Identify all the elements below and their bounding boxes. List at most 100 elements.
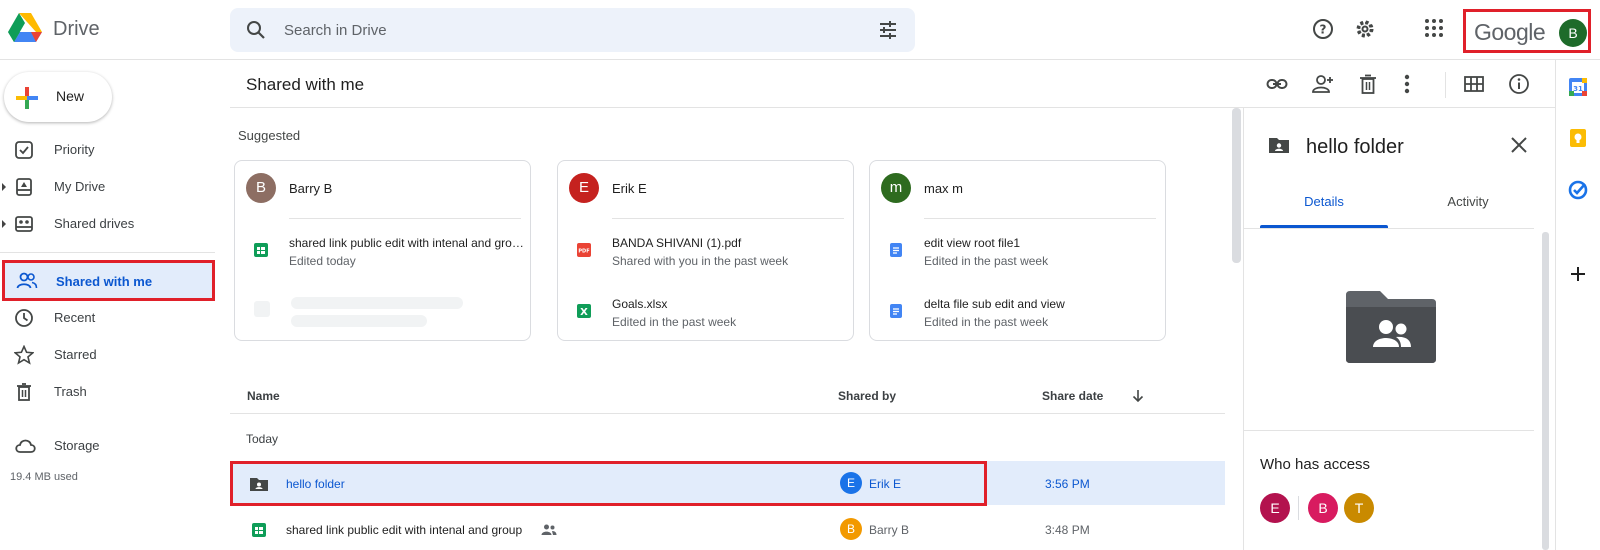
panel-scrollbar[interactable] [1542, 232, 1549, 550]
sidebar-item-label: Trash [54, 384, 87, 399]
tab-divider [1244, 228, 1534, 229]
file-activity: Edited today [289, 254, 356, 268]
pdf-file-icon: PDF [576, 242, 592, 258]
sidebar-item-recent[interactable]: Recent [0, 299, 215, 336]
sort-arrow-icon[interactable] [1131, 389, 1145, 403]
clock-icon [14, 308, 34, 328]
table-header-divider [230, 413, 1225, 414]
grid-view-icon[interactable] [1463, 73, 1485, 95]
loading-placeholder [291, 315, 427, 327]
svg-text:X: X [580, 307, 588, 318]
google-wordmark: Google [1474, 19, 1546, 45]
avatar: B [246, 173, 276, 203]
file-name[interactable]: edit view root file1 [924, 236, 1160, 250]
docs-file-icon [888, 303, 904, 319]
trash-icon[interactable] [1358, 73, 1378, 95]
file-activity: Edited in the past week [924, 315, 1049, 329]
shared-by-name[interactable]: Barry B [869, 523, 909, 537]
panel-title: hello folder [1306, 136, 1404, 158]
loading-placeholder [254, 301, 270, 317]
close-icon[interactable] [1510, 136, 1528, 154]
owner-name: Barry B [289, 181, 333, 196]
storage-used-text: 19.4 MB used [10, 471, 78, 483]
sheets-file-icon [253, 242, 269, 258]
file-name[interactable]: delta file sub edit and view [924, 297, 1160, 311]
sidebar-item-priority[interactable]: Priority [0, 131, 215, 168]
sidebar-item-label: My Drive [54, 179, 106, 194]
card-divider [924, 218, 1156, 219]
access-separator [1298, 496, 1299, 520]
file-activity: Edited in the past week [612, 315, 737, 329]
suggested-card-erik[interactable]: E Erik E PDF BANDA SHIVANI (1).pdf Share… [557, 160, 854, 341]
sidebar-item-storage[interactable]: Storage [0, 427, 215, 464]
search-input[interactable] [284, 8, 844, 52]
expand-caret-icon[interactable] [2, 183, 6, 191]
sidebar-item-label: Starred [54, 347, 97, 362]
file-name[interactable]: shared link public edit with intenal and… [286, 523, 522, 537]
access-avatar[interactable]: B [1308, 493, 1338, 523]
column-header-share-date[interactable]: Share date [1042, 389, 1103, 403]
app-name: Drive [53, 18, 100, 40]
search-options-icon[interactable] [878, 20, 898, 40]
tab-activity[interactable]: Activity [1404, 194, 1532, 209]
owner-name: max m [924, 181, 963, 196]
new-button-label: New [56, 88, 85, 104]
account-switcher[interactable]: Google B [1463, 9, 1591, 53]
shared-folder-icon [1268, 136, 1290, 154]
sidebar-item-starred[interactable]: Starred [0, 336, 215, 373]
file-activity: Shared with you in the past week [612, 254, 789, 268]
avatar: B [840, 518, 862, 540]
column-header-shared-by[interactable]: Shared by [838, 389, 896, 403]
settings-icon[interactable] [1354, 18, 1376, 40]
sidebar-item-my-drive[interactable]: My Drive [0, 168, 215, 205]
new-button[interactable]: New [4, 72, 112, 122]
column-header-name[interactable]: Name [247, 389, 280, 403]
svg-text:PDF: PDF [578, 249, 589, 255]
more-vert-icon[interactable] [1403, 73, 1411, 95]
suggested-card-barry[interactable]: B Barry B shared link public edit with i… [234, 160, 531, 341]
file-name[interactable]: BANDA SHIVANI (1).pdf [612, 236, 848, 250]
search-bar[interactable] [230, 8, 915, 52]
drive-logo-icon[interactable] [8, 12, 42, 44]
sidebar-item-label: Shared drives [54, 216, 135, 231]
sidebar-item-shared-drives[interactable]: Shared drives [0, 205, 215, 242]
file-name[interactable]: Goals.xlsx [612, 297, 848, 311]
priority-check-icon [14, 140, 34, 160]
sidebar-item-label: Shared with me [56, 274, 153, 289]
access-avatar[interactable]: T [1344, 493, 1374, 523]
share-date: 3:48 PM [1045, 523, 1090, 537]
avatar: m [881, 173, 911, 203]
file-name[interactable]: shared link public edit with intenal and… [289, 236, 525, 250]
search-icon[interactable] [246, 20, 266, 40]
details-panel: hello folder Details Activity Who has ac… [1243, 108, 1555, 550]
add-icon[interactable] [1568, 264, 1588, 284]
page-title: Shared with me [246, 75, 365, 94]
plus-icon [14, 85, 40, 111]
group-label: Today [246, 432, 279, 446]
suggested-card-max[interactable]: m max m edit view root file1 Edited in t… [869, 160, 1166, 341]
who-has-access-heading: Who has access [1260, 456, 1371, 473]
sidebar-item-shared-with-me[interactable]: Shared with me [2, 260, 215, 301]
add-person-icon[interactable] [1311, 73, 1335, 95]
apps-grid-icon[interactable] [1424, 18, 1444, 38]
shared-people-icon [541, 524, 557, 536]
people-icon [16, 271, 38, 291]
share-date: 3:56 PM [1045, 477, 1090, 491]
tasks-icon[interactable] [1568, 180, 1588, 200]
sidebar-item-trash[interactable]: Trash [0, 373, 215, 410]
account-avatar[interactable]: B [1559, 19, 1587, 47]
sidebar-item-label: Priority [54, 142, 95, 157]
calendar-icon[interactable]: 31 [1568, 77, 1588, 97]
info-icon[interactable] [1508, 73, 1530, 95]
link-icon[interactable] [1266, 73, 1288, 95]
access-avatar[interactable]: E [1260, 493, 1290, 523]
tab-details[interactable]: Details [1260, 194, 1388, 209]
keep-icon[interactable] [1568, 128, 1588, 148]
main-scrollbar[interactable] [1232, 108, 1241, 263]
expand-caret-icon[interactable] [2, 220, 6, 228]
section-divider [1244, 430, 1534, 431]
sidebar-item-label: Recent [54, 310, 96, 325]
folder-preview-icon [1346, 291, 1436, 363]
sidebar-divider [0, 252, 215, 253]
help-icon[interactable]: ? [1312, 18, 1334, 40]
